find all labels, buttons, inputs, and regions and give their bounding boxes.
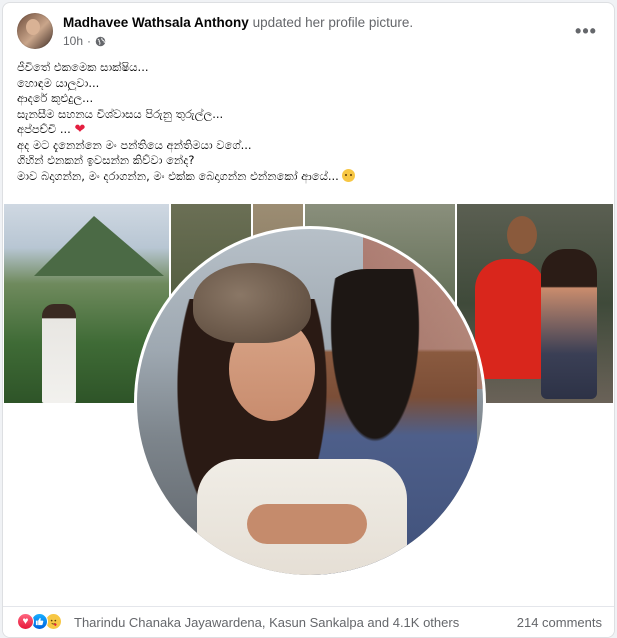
post-timestamp[interactable]: 10h bbox=[63, 34, 83, 48]
post-text-line-with-emoji: මාව බදාගන්න, මං දරාගන්න, මං එක්ක බෙදාගන්… bbox=[17, 168, 604, 185]
meta-separator: · bbox=[87, 34, 92, 48]
post-meta: 10h · bbox=[63, 34, 106, 48]
post-text-line: මාව බදාගන්න, මං දරාගන්න, මං එක්ක බෙදාගන්… bbox=[17, 168, 339, 183]
post-text-line: ජීවිතේ එකමෙක සාක්ෂිය... bbox=[17, 60, 149, 74]
person-figure bbox=[42, 304, 76, 403]
post-text-line-with-heart: අප්පච්චි ... ❤ bbox=[17, 122, 604, 138]
person-hugging bbox=[541, 249, 597, 399]
author-avatar[interactable] bbox=[17, 13, 53, 49]
globe-icon[interactable] bbox=[95, 36, 106, 47]
mountain-shape bbox=[34, 216, 164, 276]
love-reaction-icon[interactable]: ♥ bbox=[17, 613, 34, 630]
feed-post: Madhavee Wathsala Anthony updated her pr… bbox=[2, 2, 615, 638]
post-text-line: ගිහින් එනකන් ඉවසන්න කිව්වා නේද? bbox=[17, 153, 195, 167]
post-text-line: අප්පච්චි ... bbox=[17, 122, 71, 136]
post-footer: ♥ Tharindu Chanaka Jayawardena, Kasun Sa… bbox=[3, 606, 614, 637]
comments-count[interactable]: 214 comments bbox=[517, 615, 602, 630]
more-options-icon[interactable]: ••• bbox=[572, 17, 600, 45]
post-action-text: updated her profile picture. bbox=[252, 15, 414, 30]
person-red-jacket bbox=[475, 259, 545, 379]
clasped-hands bbox=[247, 504, 367, 544]
person-head bbox=[507, 216, 537, 254]
heart-emoji: ❤ bbox=[74, 122, 86, 137]
post-text-line: ආදරේ කුළුදුල... bbox=[17, 91, 94, 105]
reaction-names[interactable]: Tharindu Chanaka Jayawardena, Kasun Sank… bbox=[74, 615, 459, 630]
author-name[interactable]: Madhavee Wathsala Anthony bbox=[63, 15, 249, 30]
post-title-line: Madhavee Wathsala Anthony updated her pr… bbox=[63, 15, 413, 30]
post-text-line: සැනසීම සහනය විශ්වාසය පිරුනු තුරුල්ල... bbox=[17, 106, 224, 121]
post-header: Madhavee Wathsala Anthony updated her pr… bbox=[17, 13, 600, 53]
pensive-face-emoji bbox=[341, 168, 355, 182]
post-text: ජීවිතේ එකමෙක සාක්ෂිය... හොඳම යාලුවා... ආ… bbox=[17, 60, 604, 184]
reaction-icons[interactable]: ♥ bbox=[17, 613, 71, 631]
post-text-line: හොඳම යාලුවා... bbox=[17, 75, 100, 90]
post-text-line: අද මට දැනෙන්නෙ මං පන්තියෙ අන්තිමයා වගේ..… bbox=[17, 137, 252, 152]
newsboy-cap bbox=[193, 263, 311, 343]
profile-photo-couple bbox=[137, 229, 483, 575]
profile-picture[interactable] bbox=[134, 226, 486, 578]
